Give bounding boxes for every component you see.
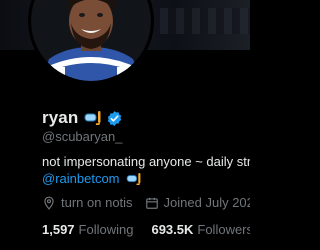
follow-stats: 1,597 Following 693.5K Followers [42,222,250,237]
followers-count: 693.5K [151,222,194,237]
verified-badge-icon[interactable] [106,110,123,127]
bio-link-row: @rainbetcom [42,171,142,186]
location-pin-icon [42,196,56,210]
location-item: turn on notis [42,195,133,210]
bio-mention-link[interactable]: @rainbetcom [42,171,120,186]
followers-stat[interactable]: 693.5K Followers [151,222,250,237]
name-row: ryan [42,107,123,129]
location-text: turn on notis [61,195,133,210]
display-name: ryan [42,108,79,127]
followers-label: Followers [197,222,250,237]
diving-mask-icon [126,172,142,185]
following-count: 1,597 [42,222,75,237]
bio-text: not impersonating anyone ~ daily strea [42,154,250,169]
following-stat[interactable]: 1,597 Following [42,222,133,237]
following-label: Following [78,222,134,237]
profile-avatar[interactable] [28,0,154,84]
profile-meta-row: turn on notis Joined July 2022 [42,195,250,210]
banner-decoration [160,8,250,34]
joined-text: Joined July 2022 [163,195,250,210]
diving-mask-icon [84,111,102,126]
joined-item: Joined July 2022 [145,195,250,210]
avatar-image [31,0,151,81]
profile-screen: ryan @scubaryan_ not impersonating anyon… [0,0,250,250]
calendar-icon [145,196,159,210]
profile-handle: @scubaryan_ [42,129,123,144]
